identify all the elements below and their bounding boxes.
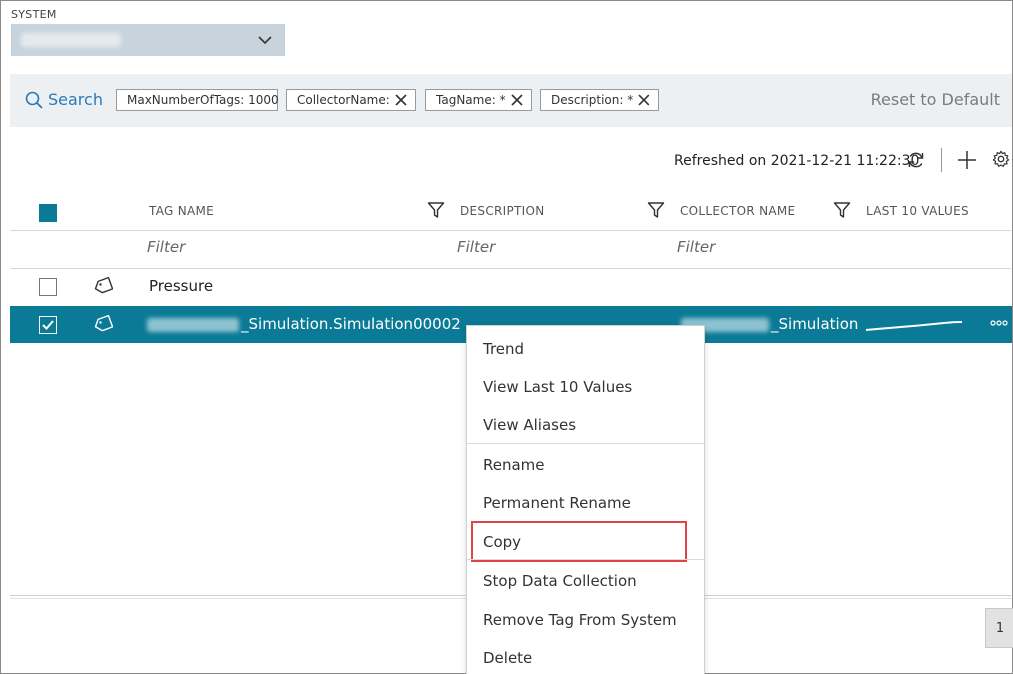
- menu-item-permanent-rename[interactable]: Permanent Rename: [483, 494, 631, 512]
- menu-item-delete[interactable]: Delete: [483, 649, 532, 667]
- menu-item-stop-data-collection[interactable]: Stop Data Collection: [483, 572, 637, 590]
- tags-page: SYSTEM Search MaxNumberOfTags: 1000 Coll…: [0, 0, 1013, 674]
- row-checkbox-checked[interactable]: [39, 316, 57, 334]
- system-selected-value-redacted: [21, 33, 121, 47]
- chip-label: TagName: *: [436, 93, 506, 107]
- checkmark-icon: [42, 320, 54, 330]
- reset-to-default-link[interactable]: Reset to Default: [871, 90, 1000, 109]
- collector-name-cell: _Simulation: [771, 315, 859, 333]
- refresh-icon[interactable]: [906, 150, 926, 170]
- chip-tag-name[interactable]: TagName: *: [425, 89, 532, 111]
- more-options-icon[interactable]: [990, 319, 1008, 327]
- row-checkbox[interactable]: [39, 278, 57, 296]
- menu-item-trend[interactable]: Trend: [483, 340, 524, 358]
- page-button[interactable]: 1: [985, 608, 1013, 648]
- search-button[interactable]: Search: [25, 90, 103, 109]
- close-icon[interactable]: [395, 94, 407, 106]
- chevron-down-icon: [258, 36, 272, 45]
- menu-item-remove-tag-from-system[interactable]: Remove Tag From System: [483, 611, 677, 629]
- menu-item-copy[interactable]: Copy: [483, 533, 521, 551]
- chip-collector-name[interactable]: CollectorName:: [286, 89, 416, 111]
- tag-name-cell[interactable]: Pressure: [149, 277, 213, 295]
- menu-item-view-aliases[interactable]: View Aliases: [483, 416, 576, 434]
- filter-icon[interactable]: [833, 201, 851, 219]
- header-divider: [10, 230, 1011, 231]
- refreshed-timestamp: Refreshed on 2021-12-21 11:22:30: [674, 153, 920, 169]
- system-dropdown[interactable]: [11, 24, 285, 56]
- select-all-checkbox[interactable]: [39, 204, 57, 222]
- chip-label: Description: *: [551, 93, 634, 107]
- toolbar-divider: [941, 148, 942, 172]
- add-icon[interactable]: [957, 150, 977, 170]
- column-header-tag-name[interactable]: TAG NAME: [149, 204, 214, 218]
- search-icon: [25, 91, 43, 109]
- menu-item-rename[interactable]: Rename: [483, 456, 545, 474]
- tag-name-cell[interactable]: _Simulation.Simulation00002: [241, 315, 461, 333]
- search-label: Search: [48, 90, 103, 109]
- menu-item-view-last-10-values[interactable]: View Last 10 Values: [483, 378, 632, 396]
- filter-icon[interactable]: [427, 201, 445, 219]
- tag-icon: [94, 314, 113, 332]
- chip-label: CollectorName:: [297, 93, 390, 107]
- search-filter-bar: Search MaxNumberOfTags: 1000 CollectorNa…: [10, 74, 1012, 127]
- tag-icon: [94, 276, 113, 294]
- tag-name-prefix-redacted: [147, 318, 239, 332]
- menu-separator: [467, 443, 704, 444]
- filter-row-divider: [10, 268, 1011, 269]
- last-10-values-sparkline: [865, 321, 963, 331]
- chip-max-number-of-tags[interactable]: MaxNumberOfTags: 1000: [116, 89, 279, 111]
- close-icon[interactable]: [511, 94, 523, 106]
- filter-icon[interactable]: [647, 201, 665, 219]
- gear-icon[interactable]: [992, 150, 1010, 168]
- description-filter-input[interactable]: [457, 238, 617, 256]
- menu-separator: [467, 559, 704, 560]
- system-label: SYSTEM: [11, 8, 57, 21]
- chip-description[interactable]: Description: *: [540, 89, 659, 111]
- column-header-last-10-values[interactable]: LAST 10 VALUES: [866, 204, 969, 218]
- column-header-collector-name[interactable]: COLLECTOR NAME: [680, 204, 795, 218]
- close-icon[interactable]: [638, 94, 650, 106]
- chip-label: MaxNumberOfTags: 1000: [127, 93, 279, 107]
- row-context-menu: Trend View Last 10 Values View Aliases R…: [466, 325, 705, 674]
- tag-name-filter-input[interactable]: [147, 238, 307, 256]
- collector-name-filter-input[interactable]: [677, 238, 837, 256]
- column-header-description[interactable]: DESCRIPTION: [460, 204, 545, 218]
